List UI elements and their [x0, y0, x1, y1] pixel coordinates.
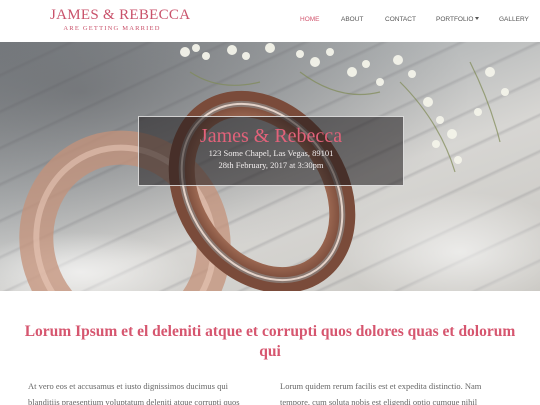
couple-names: James & Rebecca — [199, 125, 343, 147]
logo-subtitle: ARE GETTING MARRIED — [63, 25, 161, 32]
nav-contact[interactable]: CONTACT — [385, 16, 416, 23]
intro-text-right: Lorum quidem rerum facilis est et expedi… — [280, 381, 482, 405]
nav-portfolio-label: PORTFOLIO — [436, 16, 474, 23]
intro-heading: Lorum Ipsum et el deleniti atque et corr… — [24, 323, 516, 360]
logo-title: JAMES & REBECCA — [50, 7, 191, 23]
nav-about[interactable]: ABOUT — [341, 16, 363, 23]
site-logo[interactable]: JAMES & REBECCA ARE GETTING MARRIED — [50, 7, 191, 33]
event-date: 28th February, 2017 at 3:30pm — [218, 160, 324, 170]
nav-home[interactable]: HOME — [300, 16, 320, 23]
venue-address: 123 Some Chapel, Las Vegas, 89101 — [208, 148, 334, 158]
chevron-down-icon — [475, 17, 480, 20]
hero-banner: James & Rebecca 123 Some Chapel, Las Veg… — [0, 42, 540, 291]
event-caption: James & Rebecca 123 Some Chapel, Las Veg… — [138, 116, 404, 186]
nav-gallery[interactable]: GALLERY — [499, 16, 529, 23]
intro-text-left: At vero eos et accusamus et iusto dignis… — [28, 381, 240, 405]
site-header: JAMES & REBECCA ARE GETTING MARRIED HOME… — [0, 0, 540, 42]
nav-portfolio[interactable]: PORTFOLIO — [436, 16, 480, 23]
